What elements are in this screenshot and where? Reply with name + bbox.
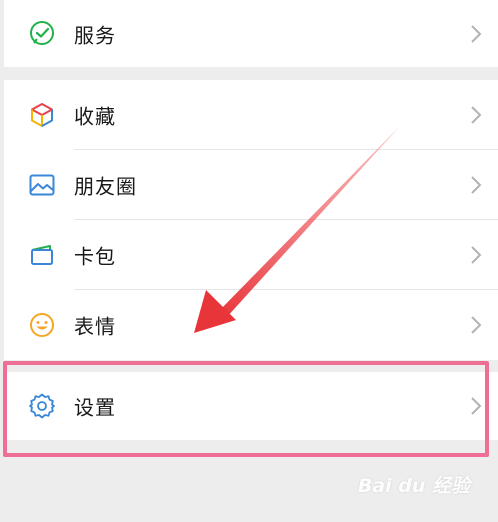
image-icon [26, 169, 58, 201]
services-group: 服务 [4, 0, 498, 67]
menu-item-stickers[interactable]: 表情 [4, 290, 498, 360]
chat-check-icon [26, 18, 58, 50]
chevron-right-icon [471, 106, 482, 124]
chevron-right-icon [471, 176, 482, 194]
smiley-icon [26, 309, 58, 341]
gear-icon [26, 390, 58, 422]
menu-item-moments[interactable]: 朋友圈 [4, 150, 498, 220]
menu-item-settings[interactable]: 设置 [4, 372, 498, 440]
chevron-right-icon [471, 24, 482, 43]
features-group: 收藏 朋友圈 卡包 表情 [4, 80, 498, 360]
menu-item-label: 收藏 [74, 104, 116, 129]
card-icon [26, 239, 58, 271]
watermark: Bai du 经验 [357, 475, 470, 497]
menu-item-label: 设置 [74, 395, 116, 420]
chevron-right-icon [471, 246, 482, 264]
menu-item-label: 卡包 [74, 244, 116, 269]
chevron-right-icon [471, 316, 482, 334]
cube-icon [26, 99, 58, 131]
menu-item-label: 表情 [74, 314, 116, 339]
menu-item-cards[interactable]: 卡包 [4, 220, 498, 290]
menu-item-label: 朋友圈 [74, 174, 137, 199]
menu-item-favorites[interactable]: 收藏 [4, 80, 498, 150]
settings-group: 设置 [4, 372, 498, 440]
menu-item-label: 服务 [74, 23, 116, 47]
chevron-right-icon [471, 397, 482, 415]
menu-item-services[interactable]: 服务 [4, 0, 498, 67]
